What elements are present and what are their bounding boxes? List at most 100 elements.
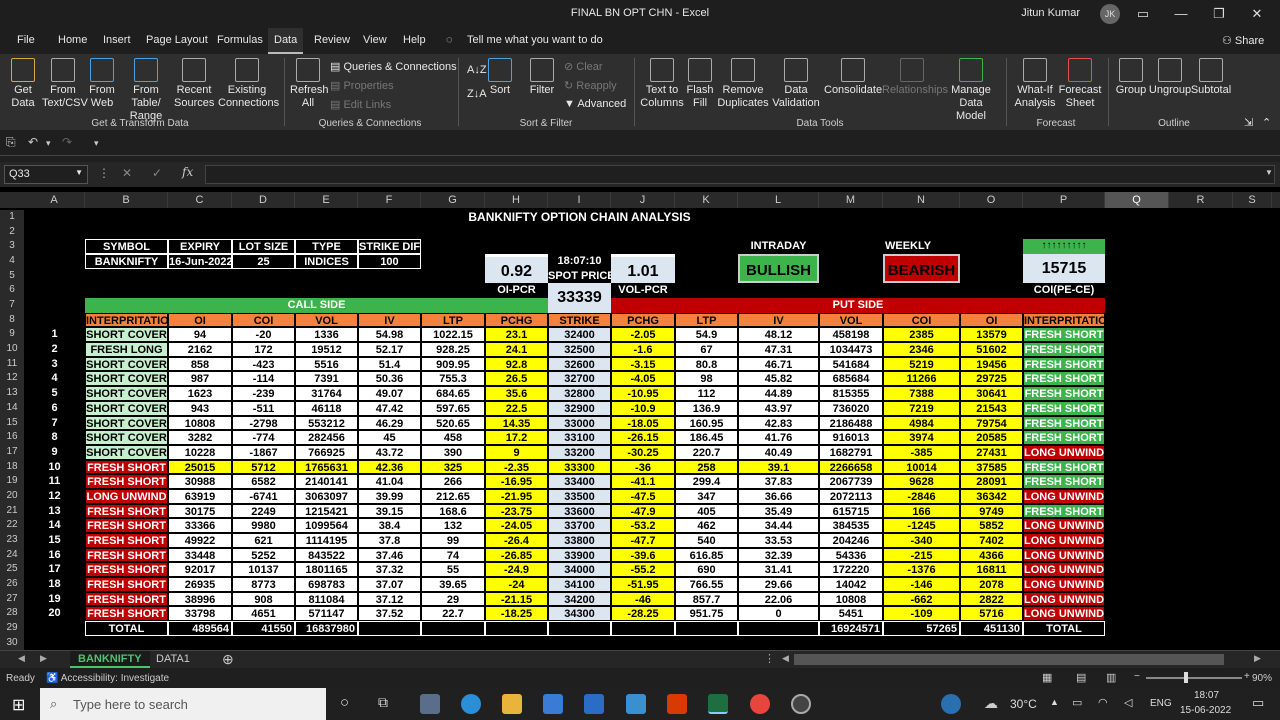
strike-price[interactable]: 32900 [548, 400, 611, 416]
call-interpretation[interactable]: SHORT COVER [85, 356, 168, 372]
oi-pcr-label[interactable]: OI-PCR [485, 283, 548, 299]
row-header[interactable]: 24 [0, 547, 24, 563]
put-interpretation[interactable]: FRESH SHORT [1023, 400, 1105, 416]
notifications-icon[interactable]: ▭ [1252, 695, 1264, 711]
strike-price[interactable]: 33900 [548, 547, 611, 563]
data-cell[interactable]: 766.55 [675, 577, 738, 592]
put-interpretation[interactable]: LONG UNWIND [1023, 444, 1105, 460]
table-header[interactable]: STRIKE [548, 312, 611, 328]
total-call-vol[interactable]: 16837980 [295, 621, 358, 636]
refresh-all-button[interactable]: Refresh All [290, 58, 329, 110]
subtotal-button[interactable]: Subtotal [1190, 58, 1232, 97]
undo-icon[interactable]: ↶ [28, 135, 38, 149]
serial-number[interactable]: 7 [24, 415, 85, 431]
data-cell[interactable]: 51.4 [358, 356, 421, 372]
data-cell[interactable]: 9628 [883, 474, 960, 489]
data-cell[interactable]: 172 [232, 342, 295, 357]
pchg-cell[interactable]: -41.1 [611, 474, 675, 489]
column-header[interactable]: K [675, 192, 738, 208]
put-interpretation[interactable]: LONG UNWIND [1023, 591, 1105, 607]
menu-page-layout[interactable]: Page Layout [146, 34, 208, 46]
add-sheet-icon[interactable]: ⊕ [222, 651, 234, 668]
pchg-cell[interactable]: -10.95 [611, 386, 675, 401]
data-cell[interactable]: 220.7 [675, 444, 738, 460]
table-header[interactable]: VOL [295, 312, 358, 328]
put-interpretation[interactable]: FRESH SHORT [1023, 415, 1105, 431]
insert-function-icon[interactable]: fx [182, 165, 193, 179]
data-cell[interactable]: 3974 [883, 430, 960, 445]
serial-number[interactable]: 18 [24, 577, 85, 592]
data-cell[interactable]: 38996 [168, 591, 232, 607]
data-cell[interactable]: 74 [421, 547, 485, 563]
data-cell[interactable]: 67 [675, 342, 738, 357]
table-header[interactable]: INTERPRITATION [1023, 312, 1105, 328]
clear-button[interactable]: ⊘ Clear [564, 60, 603, 73]
row-header[interactable]: 22 [0, 518, 24, 533]
strike-price[interactable]: 34200 [548, 591, 611, 607]
data-cell[interactable]: 46118 [295, 400, 358, 416]
data-cell[interactable]: 33798 [168, 606, 232, 622]
strike-price[interactable]: 33700 [548, 518, 611, 533]
data-cell[interactable]: 54336 [819, 547, 883, 563]
data-cell[interactable]: 685684 [819, 371, 883, 387]
data-cell[interactable]: 909.95 [421, 356, 485, 372]
scroll-right-icon[interactable]: ▶ [40, 653, 47, 664]
pchg-cell[interactable]: -23.75 [485, 503, 548, 519]
data-cell[interactable]: -511 [232, 400, 295, 416]
spot-price-label[interactable]: SPOT PRICE [548, 268, 611, 284]
data-cell[interactable]: 571147 [295, 606, 358, 622]
what-if-button[interactable]: What-If Analysis [1012, 58, 1058, 110]
pchg-cell[interactable]: -4.05 [611, 371, 675, 387]
weather-temp[interactable]: 30°C [1010, 697, 1037, 711]
row-header[interactable]: 8 [0, 312, 24, 328]
data-cell[interactable]: 94 [168, 327, 232, 343]
call-interpretation[interactable]: SHORT COVER [85, 386, 168, 401]
store-icon[interactable] [543, 694, 563, 714]
strike-price[interactable]: 34300 [548, 606, 611, 622]
data-cell[interactable]: 10808 [819, 591, 883, 607]
data-cell[interactable]: 858 [168, 356, 232, 372]
total-put-oi[interactable]: 451130 [960, 621, 1023, 636]
data-cell[interactable]: 766925 [295, 444, 358, 460]
serial-number[interactable]: 15 [24, 532, 85, 548]
data-cell[interactable]: 520.65 [421, 415, 485, 431]
sheet-tab-banknifty[interactable]: BANKNIFTY [70, 651, 150, 668]
pchg-cell[interactable]: -36 [611, 459, 675, 475]
reapply-button[interactable]: ↻ Reapply [564, 79, 617, 92]
data-cell[interactable]: 45 [358, 430, 421, 445]
from-table-button[interactable]: From Table/ Range [120, 58, 172, 123]
data-cell[interactable]: 35.49 [738, 503, 819, 519]
collapse-ribbon-icon[interactable]: ⌃ [1262, 116, 1271, 129]
data-cell[interactable]: -774 [232, 430, 295, 445]
column-header[interactable]: D [232, 192, 295, 208]
accessibility-status[interactable]: ♿ Accessibility: Investigate [46, 673, 169, 684]
data-cell[interactable]: 31764 [295, 386, 358, 401]
data-cell[interactable]: 2162 [168, 342, 232, 357]
strike-price[interactable]: 33800 [548, 532, 611, 548]
data-cell[interactable]: 16811 [960, 562, 1023, 577]
column-header[interactable]: H [485, 192, 548, 208]
serial-number[interactable]: 20 [24, 606, 85, 622]
sort-az-icon[interactable]: A↓Z [467, 64, 487, 76]
data-cell[interactable]: 390 [421, 444, 485, 460]
strike-price[interactable]: 32600 [548, 356, 611, 372]
menu-insert[interactable]: Insert [103, 34, 131, 46]
data-cell[interactable]: 3063097 [295, 488, 358, 504]
data-cell[interactable]: 1623 [168, 386, 232, 401]
data-cell[interactable]: -146 [883, 577, 960, 592]
data-cell[interactable]: 5451 [819, 606, 883, 622]
sheet-tab-data1[interactable]: DATA1 [148, 651, 198, 668]
data-cell[interactable]: 857.7 [675, 591, 738, 607]
data-cell[interactable]: 928.25 [421, 342, 485, 357]
call-interpretation[interactable]: FRESH SHORT [85, 503, 168, 519]
app-icon[interactable] [626, 694, 646, 714]
edge-icon[interactable] [461, 694, 481, 714]
strike-price[interactable]: 33600 [548, 503, 611, 519]
strike-price[interactable]: 33000 [548, 415, 611, 431]
vol-pcr-value[interactable]: 1.01 [611, 254, 675, 284]
edit-links-button[interactable]: ▤ Edit Links [330, 98, 391, 111]
info-value[interactable]: 25 [232, 254, 295, 269]
spot-price-value[interactable]: 33339 [548, 283, 611, 313]
call-interpretation[interactable]: SHORT COVER [85, 415, 168, 431]
data-cell[interactable]: 4366 [960, 547, 1023, 563]
